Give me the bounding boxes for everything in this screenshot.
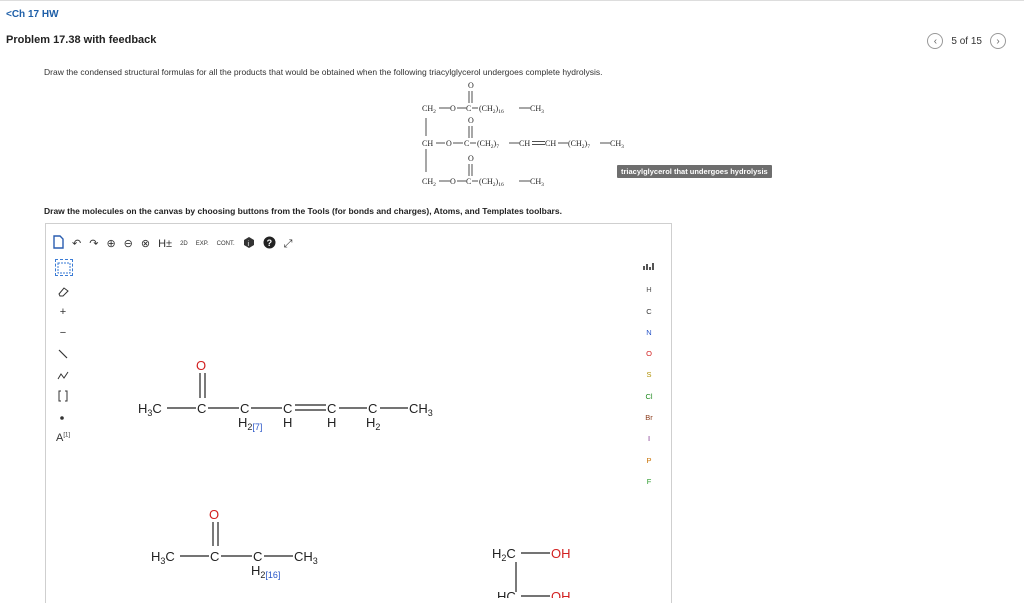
svg-text:H3C: H3C [138, 401, 162, 418]
svg-text:H2[7]: H2[7] [238, 415, 262, 432]
mol1-oxygen: O [196, 358, 206, 373]
svg-text:H2: H2 [366, 415, 380, 432]
svg-text:C: C [283, 401, 292, 416]
svg-text:H3C: H3C [151, 549, 175, 566]
drawing-canvas[interactable]: O H3C C C H2[7] C H C H C H2 CH3 O H3C C… [0, 0, 1024, 598]
svg-text:CH3: CH3 [294, 549, 318, 566]
svg-text:C: C [197, 401, 206, 416]
svg-text:C: C [240, 401, 249, 416]
svg-text:OH: OH [551, 589, 571, 598]
canvas-molecule-glycerol[interactable]: H2C OH HC OH [492, 546, 571, 598]
svg-text:OH: OH [551, 546, 571, 561]
svg-text:H2C: H2C [492, 546, 516, 563]
svg-text:H2[16]: H2[16] [251, 563, 280, 580]
svg-text:H: H [327, 415, 336, 430]
mol2-oxygen: O [209, 507, 219, 522]
canvas-molecule-stearic-acid[interactable]: O H3C C C H2[16] CH3 [151, 507, 318, 580]
svg-text:C: C [253, 549, 262, 564]
canvas-molecule-oleic-acid[interactable]: O H3C C C H2[7] C H C H C H2 CH3 [138, 358, 433, 432]
svg-text:HC: HC [497, 589, 516, 598]
svg-text:CH3: CH3 [409, 401, 433, 418]
svg-text:C: C [327, 401, 336, 416]
svg-text:H: H [283, 415, 292, 430]
svg-text:C: C [210, 549, 219, 564]
svg-text:C: C [368, 401, 377, 416]
